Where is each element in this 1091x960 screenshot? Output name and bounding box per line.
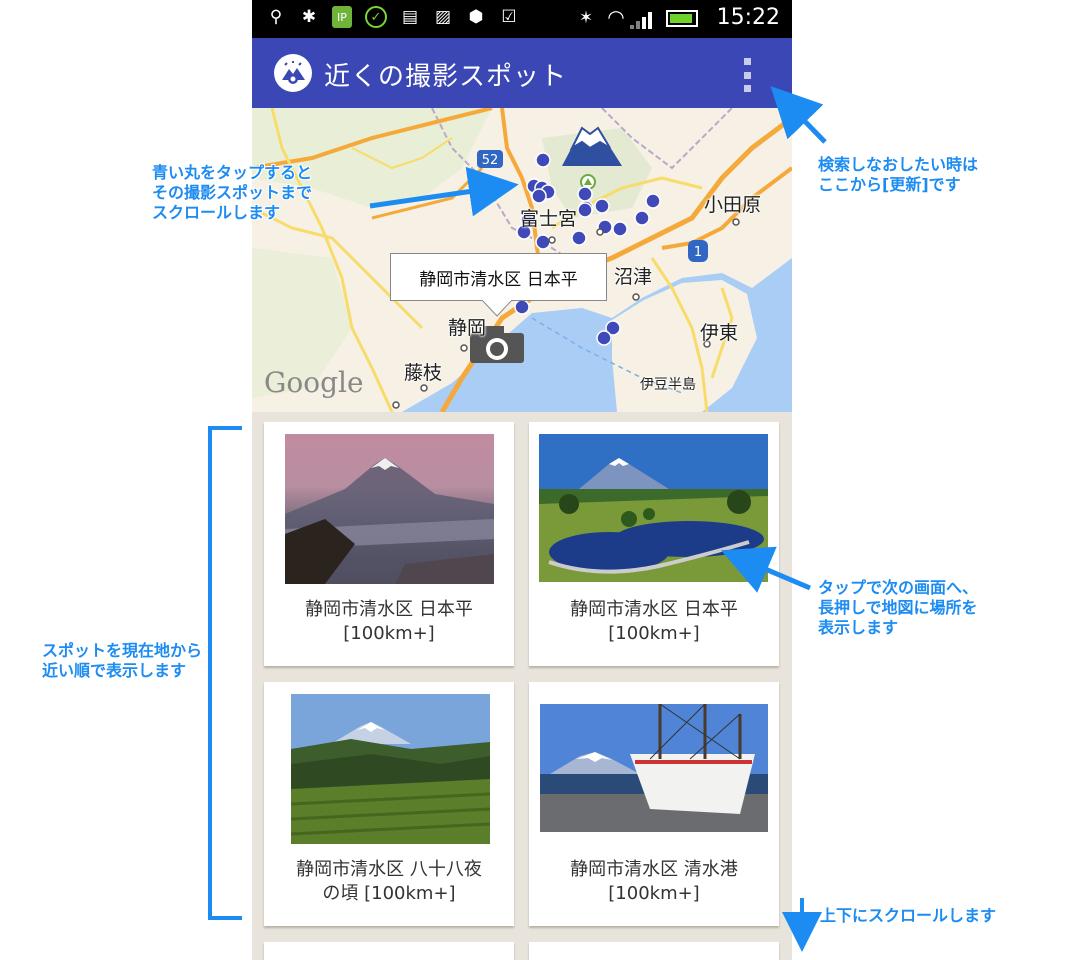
annotation-blue-circle: 青い丸をタップすると その撮影スポットまで スクロールします bbox=[152, 163, 313, 222]
annotation-scroll: 上下にスクロールします bbox=[820, 906, 997, 925]
annotation-refresh: 検索しなおしたい時は ここから[更新]です bbox=[818, 155, 979, 194]
annotation-tap-card: タップで次の画面へ、 長押しで地図に場所を 表示します bbox=[818, 578, 979, 637]
annotation-arrows bbox=[208, 86, 827, 952]
annotation-order: スポットを現在地から 近い順で表示します bbox=[42, 641, 203, 680]
